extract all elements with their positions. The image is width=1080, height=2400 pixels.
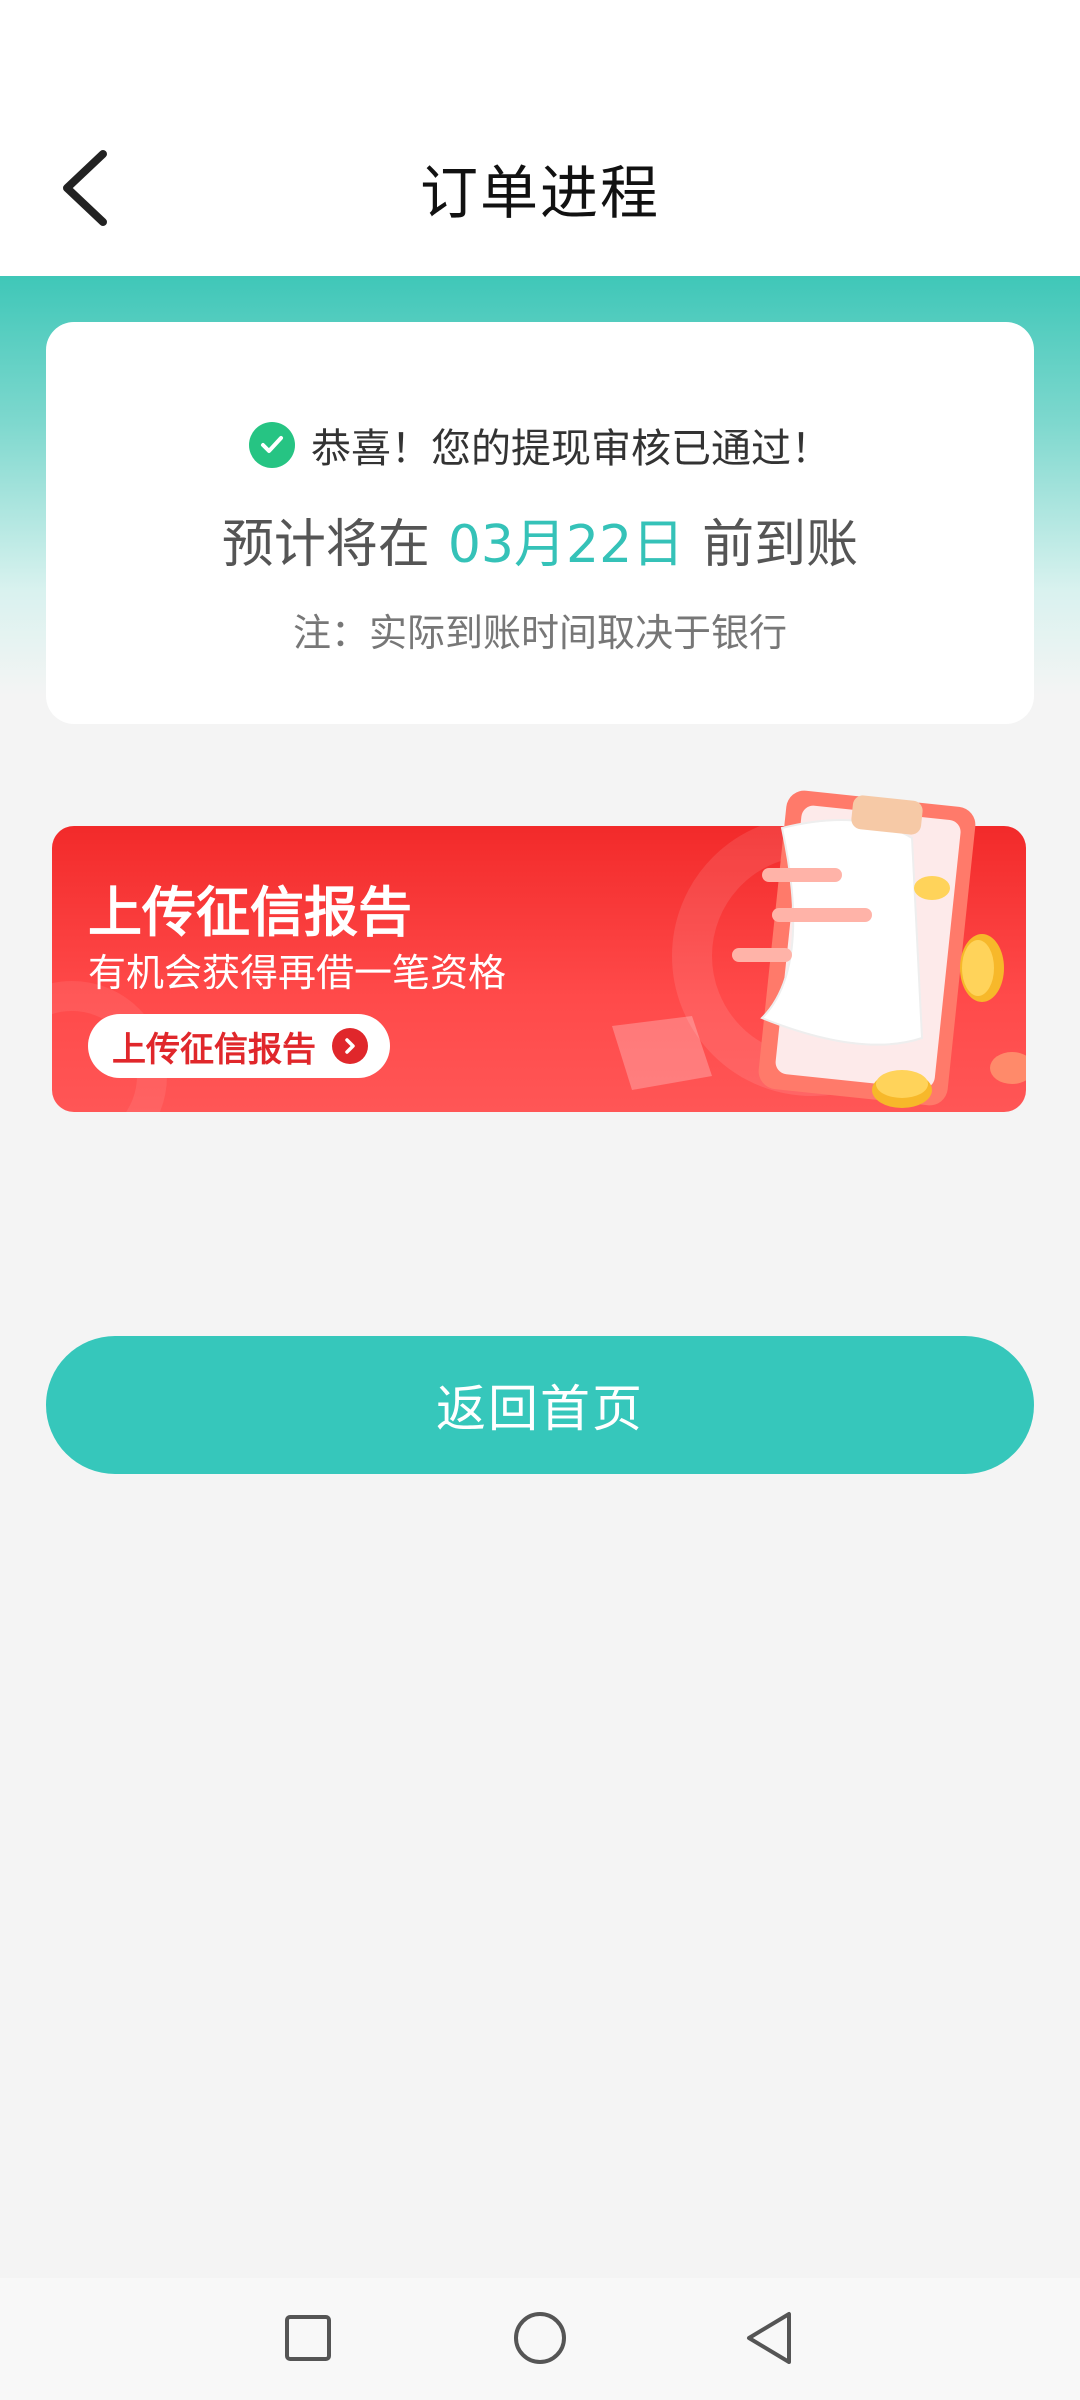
success-text: 恭喜！您的提现审核已通过！ — [311, 426, 831, 472]
circle-home-icon[interactable] — [510, 2308, 570, 2368]
eta-date: 03月22日 — [447, 515, 685, 575]
header-bar: 订单进程 — [0, 100, 1080, 276]
page-title: 订单进程 — [419, 159, 660, 227]
upload-report-button[interactable]: 上传征信报告 — [88, 1014, 390, 1078]
banner-title: 上传征信报告 — [88, 881, 412, 944]
triangle-back-icon[interactable] — [740, 2308, 800, 2368]
eta-suffix: 前到账 — [702, 515, 859, 575]
status-bar — [0, 0, 1080, 100]
success-message: 恭喜！您的提现审核已通过！ — [46, 416, 1034, 474]
system-nav-bar — [0, 2278, 1080, 2400]
clipboard-coins-illustration — [732, 790, 1026, 1108]
eta-prefix: 预计将在 — [221, 515, 430, 575]
return-home-button[interactable]: 返回首页 — [46, 1336, 1034, 1474]
withdrawal-status-card: 恭喜！您的提现审核已通过！ 预计将在 03月22日 前到账 注：实际到账时间取决… — [46, 322, 1034, 724]
banner-subtitle: 有机会获得再借一笔资格 — [88, 951, 507, 995]
square-recents-icon[interactable] — [278, 2308, 338, 2368]
check-circle-icon — [249, 422, 295, 468]
upload-report-label: 上传征信报告 — [112, 1029, 316, 1070]
credit-report-banner[interactable]: 上传征信报告 有机会获得再借一笔资格 上传征信报告 — [52, 790, 1026, 1112]
bank-note: 注：实际到账时间取决于银行 — [292, 611, 787, 655]
chevron-right-icon — [332, 1028, 368, 1064]
eta-line: 预计将在 03月22日 前到账 — [46, 502, 1034, 577]
